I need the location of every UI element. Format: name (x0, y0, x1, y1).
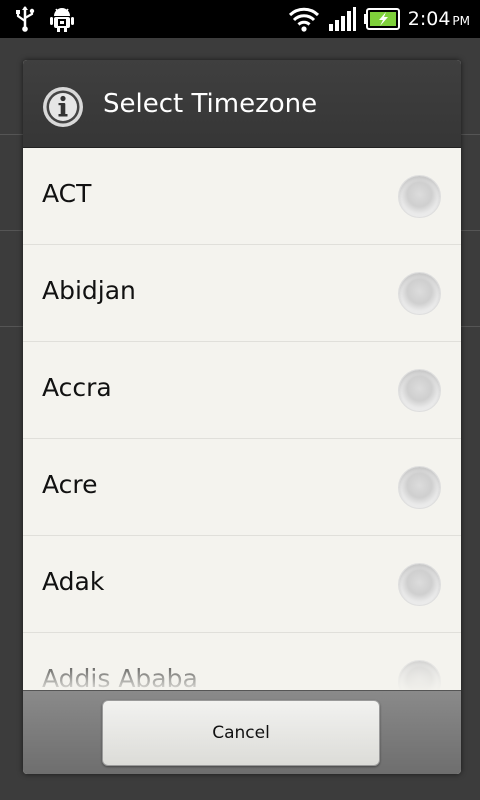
radio-button[interactable] (398, 466, 441, 509)
timezone-list[interactable]: ACT Abidjan Accra Acre Adak Addis Ababa (23, 148, 461, 690)
radio-button[interactable] (398, 660, 441, 690)
cancel-button[interactable]: Cancel (102, 700, 380, 766)
wifi-icon (288, 7, 319, 32)
radio-button[interactable] (398, 563, 441, 606)
list-item-label: Adak (42, 567, 105, 596)
list-item-label: Acre (42, 470, 98, 499)
list-item[interactable]: ACT (23, 148, 461, 245)
list-item-label: Accra (42, 373, 112, 402)
radio-button[interactable] (398, 369, 441, 412)
dialog-footer: Cancel (23, 690, 461, 774)
usb-icon (16, 6, 35, 32)
dialog-header: Select Timezone (23, 60, 461, 148)
android-debug-icon (50, 8, 74, 32)
clock: 2:04 PM (408, 8, 470, 30)
timezone-dialog: Select Timezone ACT Abidjan Accra Acre A… (23, 60, 461, 774)
dialog-title: Select Timezone (103, 89, 318, 119)
status-bar: 2:04 PM (0, 0, 480, 38)
clock-ampm: PM (452, 14, 470, 28)
list-item-label: Addis Ababa (42, 664, 198, 690)
info-icon (43, 87, 83, 127)
radio-button[interactable] (398, 175, 441, 218)
list-item[interactable]: Abidjan (23, 245, 461, 342)
list-item[interactable]: Addis Ababa (23, 633, 461, 690)
list-item-label: ACT (42, 179, 92, 208)
battery-charging-icon (363, 8, 400, 30)
radio-button[interactable] (398, 272, 441, 315)
signal-icon (328, 7, 356, 31)
clock-time: 2:04 (407, 8, 451, 30)
list-item[interactable]: Acre (23, 439, 461, 536)
list-item-label: Abidjan (42, 276, 136, 305)
list-item[interactable]: Adak (23, 536, 461, 633)
list-item[interactable]: Accra (23, 342, 461, 439)
